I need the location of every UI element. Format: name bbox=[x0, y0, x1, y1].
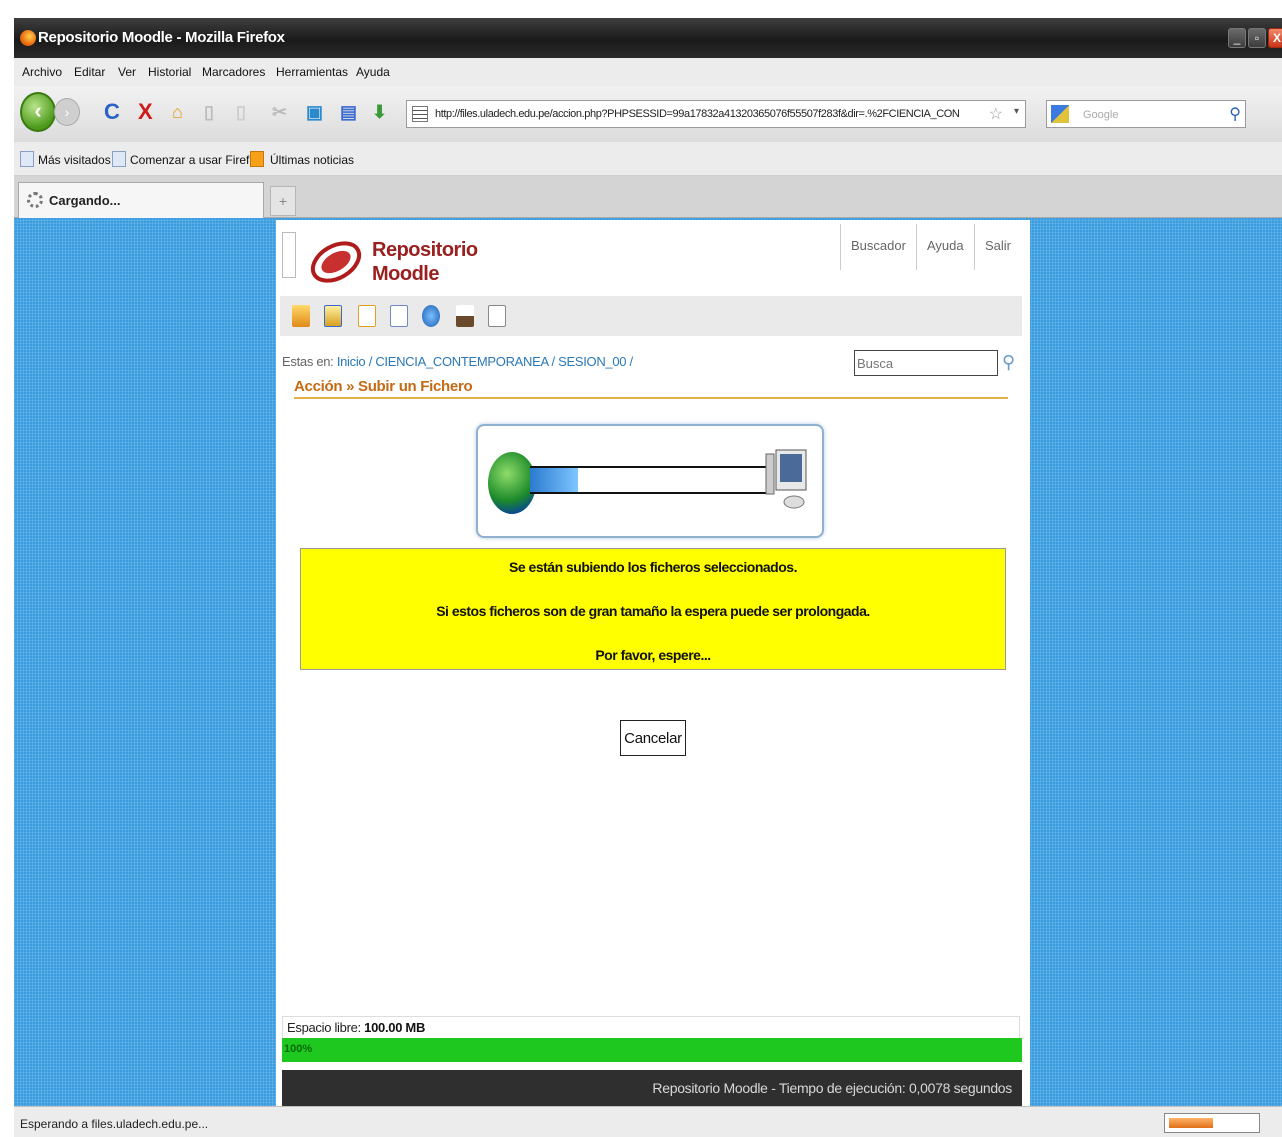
tab-loading[interactable]: Cargando... bbox=[18, 182, 264, 218]
status-bar: Esperando a files.uladech.edu.pe... bbox=[14, 1106, 1282, 1137]
copy-icon[interactable]: ▯ bbox=[204, 100, 214, 124]
search-icon[interactable]: ⚲ bbox=[1229, 104, 1241, 124]
menu-historial[interactable]: Historial bbox=[148, 65, 191, 79]
window-title: Repositorio Moodle - Mozilla Firefox bbox=[38, 29, 285, 46]
loading-spinner-icon bbox=[27, 192, 43, 208]
menu-bar: Archivo Editar Ver Historial Marcadores … bbox=[14, 58, 1282, 86]
computer-icon bbox=[765, 449, 807, 509]
document-icon[interactable] bbox=[488, 305, 506, 327]
free-space-value: 100.00 MB bbox=[364, 1020, 426, 1035]
web-search-placeholder: Google bbox=[1083, 109, 1119, 121]
back-button[interactable]: ‹ bbox=[20, 92, 56, 132]
cut-icon[interactable]: ✂ bbox=[272, 100, 287, 124]
tab-label: Cargando... bbox=[49, 193, 121, 208]
free-space-caption: Espacio libre: bbox=[287, 1020, 361, 1035]
forward-button[interactable]: › bbox=[54, 98, 80, 126]
breadcrumb-session[interactable]: SESION_00 bbox=[558, 354, 626, 369]
site-favicon-icon bbox=[412, 106, 428, 122]
firefox-icon bbox=[20, 30, 36, 46]
notice-line-2: Si estos ficheros son de gran tamaño la … bbox=[436, 603, 870, 619]
reload-icon[interactable]: C bbox=[104, 100, 120, 124]
free-space-fill bbox=[282, 1038, 1022, 1062]
breadcrumb-course[interactable]: CIENCIA_CONTEMPORANEA bbox=[375, 354, 548, 369]
link-ayuda[interactable]: Ayuda bbox=[916, 224, 974, 270]
free-space-bar: 100% bbox=[282, 1038, 1022, 1062]
title-bar: Repositorio Moodle - Mozilla Firefox _ ▫… bbox=[14, 18, 1282, 58]
minimize-button[interactable]: _ bbox=[1228, 28, 1246, 48]
url-text[interactable]: http://files.uladech.edu.pe/accion.php?P… bbox=[435, 108, 960, 120]
address-bar[interactable]: http://files.uladech.edu.pe/accion.php?P… bbox=[406, 100, 1026, 128]
page-load-progress-fill bbox=[1169, 1118, 1213, 1128]
download-icon[interactable]: ⬇ bbox=[372, 100, 387, 124]
bookmark-page-icon bbox=[112, 151, 126, 167]
logo-line-2: Moodle bbox=[372, 263, 439, 285]
page-title: Acción » Subir un Fichero bbox=[294, 378, 1008, 399]
folder-upload-icon[interactable] bbox=[324, 305, 342, 327]
new-tab-button[interactable]: + bbox=[270, 186, 296, 216]
search-engine-icon[interactable] bbox=[1051, 105, 1069, 123]
free-space-label: Espacio libre: 100.00 MB bbox=[282, 1016, 1020, 1038]
tab-bar: Cargando... + bbox=[14, 176, 1282, 218]
menu-archivo[interactable]: Archivo bbox=[22, 65, 62, 79]
upload-notice: Se están subiendo los ficheros seleccion… bbox=[300, 548, 1006, 670]
uladech-logo bbox=[310, 241, 362, 283]
menu-ver[interactable]: Ver bbox=[118, 65, 136, 79]
home-icon[interactable]: ⌂ bbox=[172, 100, 183, 124]
bookmark-page-icon bbox=[20, 151, 34, 167]
stop-icon[interactable]: X bbox=[138, 100, 153, 124]
site-search-input[interactable] bbox=[854, 350, 998, 376]
search-icon[interactable]: ⚲ bbox=[1002, 352, 1015, 373]
bookmarks-toolbar: Más visitados Comenzar a usar Firef... Ú… bbox=[14, 142, 1282, 176]
bookmark-star-icon[interactable]: ☆ bbox=[989, 104, 1003, 124]
maximize-button[interactable]: ▫ bbox=[1248, 28, 1266, 48]
browser-window: Repositorio Moodle - Mozilla Firefox _ ▫… bbox=[14, 18, 1282, 1137]
bookmark-ultimas-noticias[interactable]: Últimas noticias bbox=[270, 153, 354, 167]
navigation-toolbar: ‹ › C X ⌂ ▯ ▯ ✂ ▣ ▤ ⬇ http://files.ulade… bbox=[14, 86, 1282, 142]
rss-feed-icon bbox=[250, 151, 264, 167]
upload-animation bbox=[476, 424, 824, 538]
notice-line-1: Se están subiendo los ficheros seleccion… bbox=[509, 559, 797, 575]
bookmark-comenzar[interactable]: Comenzar a usar Firef... bbox=[130, 153, 259, 167]
logo-line-1: Repositorio bbox=[372, 239, 478, 261]
url-dropdown-icon[interactable]: ▾ bbox=[1014, 106, 1019, 117]
link-salir[interactable]: Salir bbox=[974, 224, 1021, 270]
upload-progress-beam bbox=[530, 468, 578, 492]
cancel-button[interactable]: Cancelar bbox=[620, 720, 686, 756]
close-window-button[interactable]: X bbox=[1268, 28, 1282, 48]
new-folder-icon[interactable] bbox=[292, 305, 310, 327]
menu-editar[interactable]: Editar bbox=[74, 65, 105, 79]
menu-marcadores[interactable]: Marcadores bbox=[202, 65, 265, 79]
side-grip-icon bbox=[282, 232, 296, 278]
site-logo-text: Repositorio Moodle bbox=[372, 238, 478, 286]
web-search-bar[interactable]: Google ⚲ bbox=[1046, 100, 1246, 128]
bookmark-mas-visitados[interactable]: Más visitados bbox=[38, 153, 111, 167]
free-space-percent: 100% bbox=[284, 1043, 313, 1055]
upload-file-icon[interactable] bbox=[390, 305, 408, 327]
notice-line-3: Por favor, espere... bbox=[595, 647, 711, 663]
globe-link-icon[interactable] bbox=[422, 305, 440, 327]
page-footer: Repositorio Moodle - Tiempo de ejecución… bbox=[282, 1070, 1022, 1106]
paste-icon[interactable]: ▯ bbox=[236, 100, 246, 124]
moodle-page: Repositorio Moodle Buscador Ayuda Salir … bbox=[276, 220, 1030, 1106]
breadcrumb-inicio[interactable]: Inicio bbox=[337, 354, 366, 369]
page-load-progress bbox=[1164, 1113, 1260, 1133]
menu-herramientas[interactable]: Herramientas bbox=[276, 65, 348, 79]
status-text: Esperando a files.uladech.edu.pe... bbox=[20, 1117, 209, 1131]
breadcrumb: Estas en: Inicio / CIENCIA_CONTEMPORANEA… bbox=[282, 354, 633, 369]
menu-ayuda[interactable]: Ayuda bbox=[356, 65, 390, 79]
content-viewport: Repositorio Moodle Buscador Ayuda Salir … bbox=[14, 218, 1282, 1106]
breadcrumb-prefix: Estas en: bbox=[282, 354, 334, 369]
action-icon-toolbar bbox=[280, 296, 1022, 336]
new-file-icon[interactable] bbox=[358, 305, 376, 327]
save-icon[interactable]: ▤ bbox=[340, 100, 357, 124]
globe-icon bbox=[488, 452, 536, 514]
link-buscador[interactable]: Buscador bbox=[840, 224, 916, 270]
transfer-line bbox=[530, 492, 768, 494]
tools-icon[interactable] bbox=[456, 305, 474, 327]
new-window-icon[interactable]: ▣ bbox=[306, 100, 323, 124]
